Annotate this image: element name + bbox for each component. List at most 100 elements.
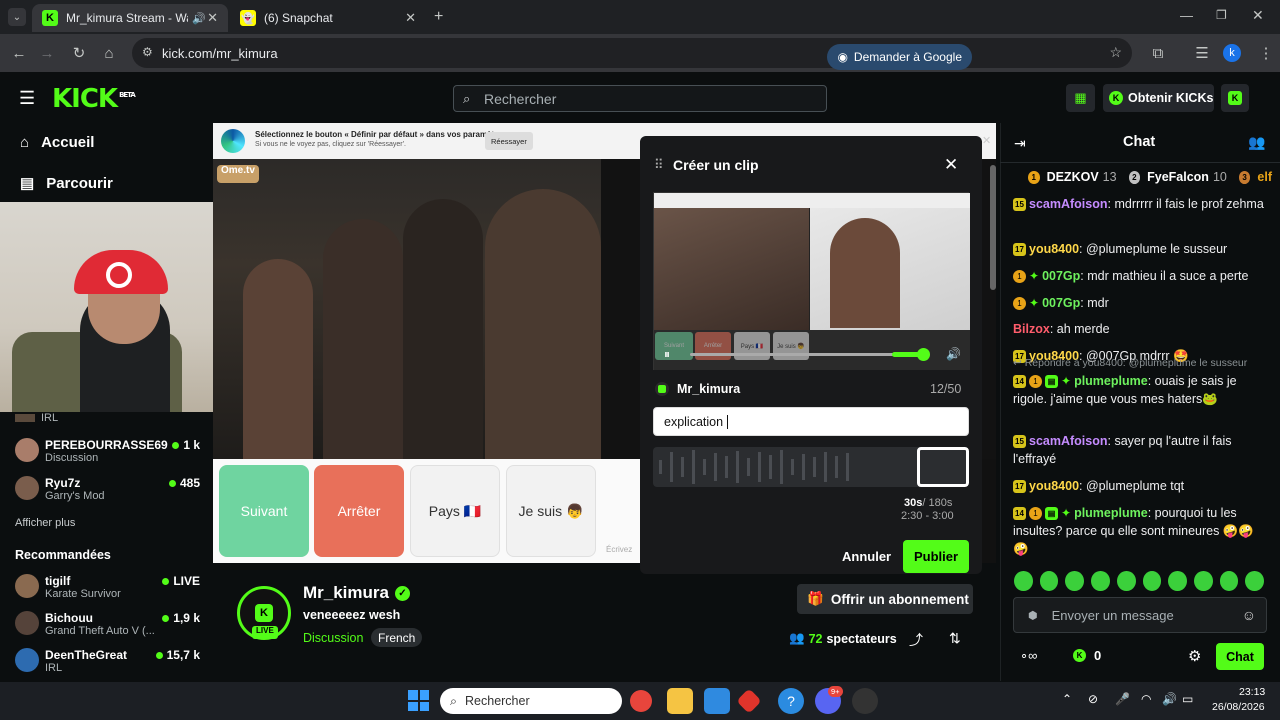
hamburger-menu-icon[interactable]: ☰ xyxy=(19,88,35,109)
tray-icon[interactable]: ⊘ xyxy=(1088,692,1098,706)
tab-kick[interactable]: K Mr_kimura Stream - Watch 🔊 ✕ xyxy=(32,4,228,32)
nav-browse[interactable]: ▤ Parcourir xyxy=(20,174,113,193)
volume-knob[interactable] xyxy=(917,348,930,361)
chat-message[interactable]: 17 you8400: @plumeplume le susseur xyxy=(1013,240,1267,258)
profile-avatar[interactable]: k xyxy=(1223,44,1241,62)
chat-message[interactable]: 17 you8400: @plumeplume tqt xyxy=(1013,477,1267,495)
chrome-icon[interactable] xyxy=(630,690,652,712)
side-row[interactable]: IRL xyxy=(15,412,200,424)
emote-icon[interactable] xyxy=(1116,571,1136,591)
wifi-icon[interactable]: ◠ xyxy=(1141,692,1151,706)
microphone-icon[interactable]: 🎤 xyxy=(1115,692,1130,706)
tab-snapchat[interactable]: 👻 (6) Snapchat ✕ xyxy=(230,4,426,32)
emote-icon[interactable] xyxy=(1168,571,1187,591)
emote-icon[interactable] xyxy=(1091,571,1110,591)
nav-home[interactable]: ⌂ Accueil xyxy=(20,134,94,151)
clock-time[interactable]: 23:13 xyxy=(1239,686,1265,698)
emote-icon[interactable] xyxy=(1193,571,1213,591)
file-explorer-icon[interactable] xyxy=(667,688,693,714)
reply-context[interactable]: ↩ Répondre à you8400: @plumeplume le sus… xyxy=(1013,354,1267,372)
close-tab-icon[interactable]: ✕ xyxy=(405,10,416,26)
chat-username[interactable]: scamAfoison xyxy=(1029,197,1108,211)
chat-users-icon[interactable]: 👥 xyxy=(1248,134,1265,151)
bookmark-star-icon[interactable]: ☆ xyxy=(1109,44,1122,61)
new-tab-icon[interactable]: + xyxy=(434,8,443,26)
chat-message[interactable]: 15 scamAfoison: mdrrrrr il fais le prof z… xyxy=(1013,195,1267,213)
clip-preview[interactable]: Suivant Arrêter Pays 🇫🇷 Je suis 👦 ⏸ 🔊 xyxy=(653,192,970,370)
chat-message-input[interactable]: ⬢ Envoyer un message ☺ xyxy=(1013,597,1267,633)
user-avatar[interactable]: K xyxy=(1221,84,1249,112)
kicks-balance[interactable]: K0 xyxy=(1073,648,1101,663)
volume-icon[interactable]: 🔊 xyxy=(1162,692,1177,706)
chat-username[interactable]: Bilzox xyxy=(1013,322,1050,336)
volume-icon[interactable]: 🔊 xyxy=(946,347,961,361)
start-icon[interactable] xyxy=(408,690,429,711)
search-input[interactable]: ⌕ Rechercher xyxy=(453,85,827,112)
kicks-link-icon[interactable]: ∘∞ xyxy=(1020,648,1037,664)
help-icon[interactable]: ? xyxy=(778,688,804,714)
sidebar-channel-ryu7z[interactable]: Ryu7z Garry's Mod 485 xyxy=(15,476,200,502)
send-chat-button[interactable]: Chat xyxy=(1216,643,1264,670)
browser-menu-icon[interactable]: ⋮ xyxy=(1252,34,1280,72)
chat-username[interactable]: 007Gp xyxy=(1042,269,1080,283)
tray-overflow-icon[interactable]: ⌃ xyxy=(1062,692,1072,706)
stream-category-link[interactable]: Discussion xyxy=(303,631,363,645)
cancel-button[interactable]: Annuler xyxy=(842,549,891,564)
emote-icon[interactable] xyxy=(1014,571,1033,591)
taskbar-search[interactable]: ⌕ Rechercher xyxy=(440,688,622,714)
sidebar-channel-deenthegreat[interactable]: DeenTheGreat IRL 15,7 k xyxy=(15,648,200,674)
minimize-icon[interactable]: — xyxy=(1180,8,1193,23)
drag-handle-icon[interactable]: ⠿ xyxy=(654,157,664,173)
emote-icon[interactable] xyxy=(1142,571,1162,591)
emote-icon[interactable] xyxy=(1219,571,1239,591)
reading-list-icon[interactable]: ☰ xyxy=(1188,34,1216,72)
options-icon[interactable]: ⇅ xyxy=(949,630,961,647)
speaker-icon[interactable]: 🔊 xyxy=(192,12,206,25)
battery-icon[interactable]: ▭ xyxy=(1182,692,1193,706)
chat-message[interactable]: Bilzox: ah merde xyxy=(1013,320,1267,338)
share-icon[interactable]: ⤴ xyxy=(909,630,923,650)
page-scrollbar[interactable] xyxy=(990,165,996,290)
gender-button[interactable]: Je suis 👦 xyxy=(506,465,596,557)
pause-icon[interactable]: ⏸ xyxy=(664,347,670,362)
tab-list-icon[interactable]: ⌄ xyxy=(8,8,26,26)
chat-username[interactable]: scamAfoison xyxy=(1029,434,1108,448)
chat-message[interactable]: 15 scamAfoison: sayer pq l'autre il fais … xyxy=(1013,432,1267,468)
sidebar-channel-bichouu[interactable]: Bichouu Grand Theft Auto V (... 1,9 k xyxy=(15,611,200,637)
chat-message[interactable]: 14 1 ▤ ✦ plumeplume: pourquoi tu les insulte… xyxy=(1013,504,1267,558)
chat-username[interactable]: plumeplume xyxy=(1074,506,1148,520)
kick-logo[interactable]: KICK BETA xyxy=(52,84,136,114)
get-kicks-button[interactable]: K Obtenir KICKs xyxy=(1103,84,1214,112)
language-tag[interactable]: French xyxy=(371,628,423,647)
extensions-icon[interactable]: ⧉ xyxy=(1144,34,1172,72)
close-window-icon[interactable]: ✕ xyxy=(1252,7,1264,24)
back-icon[interactable]: ← xyxy=(5,34,33,72)
chat-username[interactable]: you8400 xyxy=(1029,479,1079,493)
leader-name[interactable]: FyeFalcon xyxy=(1147,170,1209,184)
chat-message[interactable]: 1 ✦ 007Gp: mdr xyxy=(1013,294,1267,312)
sidebar-channel-perebourrasse69[interactable]: PEREBOURRASSE69 Discussion 1 k xyxy=(15,438,200,464)
leader-name[interactable]: DEZKOV xyxy=(1047,170,1099,184)
publish-button[interactable]: Publier xyxy=(903,540,969,573)
chat-settings-icon[interactable]: ⚙ xyxy=(1188,647,1201,665)
forward-icon[interactable]: → xyxy=(33,34,61,72)
clip-range-selector[interactable] xyxy=(917,447,969,487)
close-icon[interactable]: ✕ xyxy=(944,155,958,175)
chat-username[interactable]: plumeplume xyxy=(1074,374,1148,388)
site-info-icon[interactable]: ⚙ xyxy=(142,45,153,59)
leader-name[interactable]: elf xyxy=(1257,170,1272,184)
gift-sub-button[interactable]: 🎁 Offrir un abonnement xyxy=(797,584,973,614)
chat-message[interactable]: ↩ Répondre à you8400: @plumeplume le sus… xyxy=(1013,357,1267,408)
clock-date[interactable]: 26/08/2026 xyxy=(1212,701,1265,713)
clip-title-input[interactable]: explication xyxy=(653,407,969,436)
store-app-icon[interactable] xyxy=(704,688,730,714)
stop-button[interactable]: Arrêter xyxy=(314,465,404,557)
emote-icon[interactable] xyxy=(1039,571,1059,591)
streamer-name[interactable]: Mr_kimura xyxy=(303,583,389,603)
country-button[interactable]: Pays 🇫🇷 xyxy=(410,465,500,557)
restore-icon[interactable]: ❐ xyxy=(1216,8,1227,22)
chat-message[interactable]: 1 ✦ 007Gp: mdr mathieu il a suce a perte xyxy=(1013,267,1267,285)
chat-username[interactable]: 007Gp xyxy=(1042,296,1080,310)
emoji-icon[interactable]: ☺ xyxy=(1242,607,1256,623)
address-bar[interactable]: ⚙ kick.com/mr_kimura ◉ Demander à Google… xyxy=(132,38,1132,70)
